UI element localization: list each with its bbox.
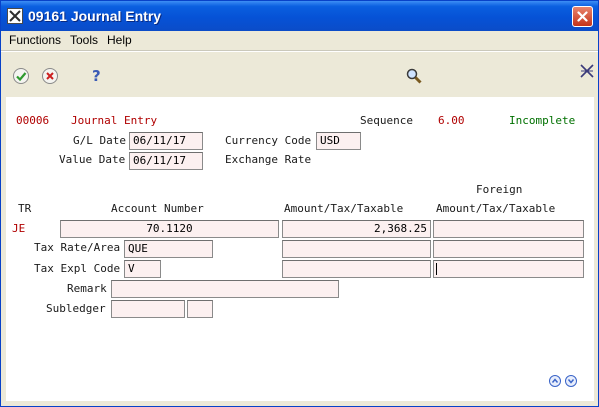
gl-date-label: G/L Date — [73, 134, 126, 147]
currency-code-field[interactable]: USD — [316, 132, 361, 150]
tax-expl-code-field[interactable]: V — [124, 260, 161, 278]
foreign-tax-field[interactable] — [433, 240, 584, 258]
account-number-field[interactable]: 70.1120 — [60, 220, 279, 238]
form-content: 00006 Journal Entry Sequence 6.00 Incomp… — [6, 97, 594, 401]
value-date-label: Value Date — [59, 153, 126, 166]
taxable-field[interactable] — [282, 260, 431, 278]
foreign-amount-field[interactable] — [433, 220, 584, 238]
tax-rate-area-field[interactable]: QUE — [124, 240, 213, 258]
tr-value: JE — [12, 222, 26, 235]
status-badge: Incomplete — [509, 114, 576, 127]
page-down-icon[interactable] — [565, 375, 577, 387]
toolbar-divider — [1, 51, 598, 52]
close-icon — [577, 11, 588, 22]
gl-date-field[interactable]: 06/11/17 — [129, 132, 203, 150]
sequence-value: 6.00 — [438, 114, 465, 127]
svg-text:?: ? — [92, 67, 101, 85]
account-number-header: Account Number — [111, 202, 204, 215]
remark-field[interactable] — [111, 280, 339, 298]
tax-rate-area-label: Tax Rate/Area — [34, 241, 121, 254]
value-date-field[interactable]: 06/11/17 — [129, 152, 203, 170]
text-cursor — [436, 263, 437, 275]
remark-label: Remark — [67, 282, 107, 295]
subledger-field[interactable] — [111, 300, 185, 318]
exchange-rate-label: Exchange Rate — [225, 153, 312, 166]
tax-amount-field[interactable] — [282, 240, 431, 258]
menu-bar: Functions Tools Help — [1, 31, 598, 78]
search-icon[interactable] — [405, 67, 423, 85]
amount-header: Amount/Tax/Taxable — [284, 202, 404, 215]
amount-field[interactable]: 2,368.25 — [282, 220, 431, 238]
foreign-amount-header: Amount/Tax/Taxable — [436, 202, 556, 215]
tax-expl-code-label: Tax Expl Code — [34, 262, 121, 275]
window-title: 09161 Journal Entry — [28, 8, 162, 24]
foreign-header: Foreign — [476, 183, 523, 196]
app-icon — [7, 8, 23, 24]
tr-header: TR — [18, 202, 32, 215]
cancel-icon[interactable] — [41, 67, 59, 85]
currency-code-label: Currency Code — [225, 134, 312, 147]
jde-logo-icon — [580, 64, 594, 78]
foreign-taxable-field[interactable] — [433, 260, 584, 278]
menu-tools[interactable]: Tools — [70, 33, 98, 47]
menu-help[interactable]: Help — [107, 33, 132, 47]
subledger-label: Subledger — [46, 302, 106, 315]
menu-functions[interactable]: Functions — [9, 33, 61, 47]
sequence-label: Sequence — [360, 114, 413, 127]
ok-icon[interactable] — [12, 67, 30, 85]
page-up-icon[interactable] — [549, 375, 561, 387]
subledger-type-field[interactable] — [187, 300, 213, 318]
close-button[interactable] — [572, 6, 593, 27]
title-bar[interactable]: 09161 Journal Entry — [1, 1, 598, 31]
journal-entry-window: 09161 Journal Entry Functions Tools Help… — [0, 0, 599, 407]
page-title: Journal Entry — [71, 114, 158, 127]
batch-number: 00006 — [16, 114, 50, 127]
help-icon[interactable]: ? — [88, 67, 106, 85]
